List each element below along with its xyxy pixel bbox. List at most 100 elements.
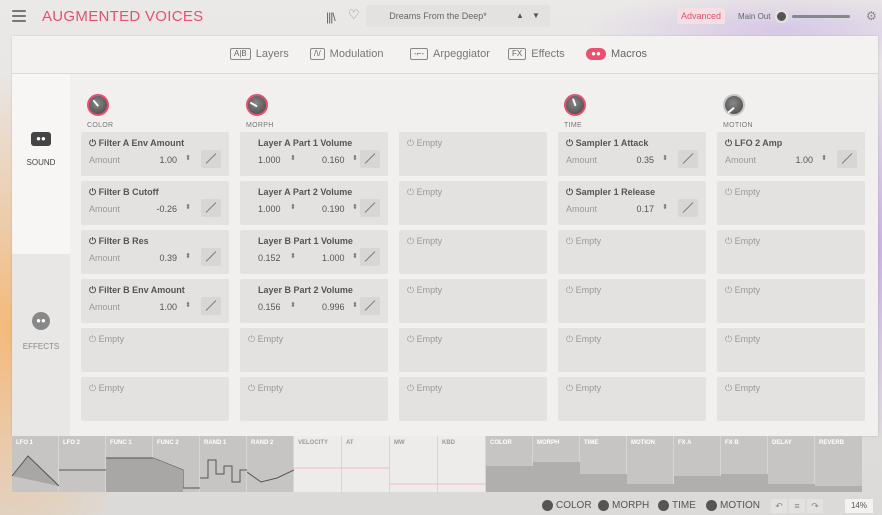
mod-source-velocity[interactable]: VELOCITY: [294, 436, 342, 492]
mod-source-rand1[interactable]: RAND 1: [200, 436, 247, 492]
menu-icon[interactable]: [12, 10, 26, 22]
amount-value[interactable]: -0.26: [156, 204, 177, 214]
tab-macros[interactable]: ●● Macros: [586, 48, 647, 60]
bottom-macro-morph[interactable]: MORPH: [598, 500, 649, 511]
sidebar-item-effects[interactable]: ●● EFFECTS: [12, 254, 70, 436]
motion-macro-knob[interactable]: [723, 94, 745, 116]
macro-slot[interactable]: Layer B Part 2 Volume 0.156 ⬍ 0.996 ⬍: [240, 279, 388, 323]
amount-stepper-icon[interactable]: ⬍: [662, 154, 668, 162]
mod-source-color[interactable]: COLOR: [486, 436, 533, 492]
mod-source-fx-b[interactable]: FX B: [721, 436, 768, 492]
macro-slot-empty[interactable]: ⏻ Empty: [81, 377, 229, 421]
range-min-value[interactable]: 0.152: [258, 253, 281, 263]
macro-slot-empty[interactable]: ⏻ Empty: [558, 377, 706, 421]
range-max-stepper-icon[interactable]: ⬍: [352, 203, 358, 211]
amount-stepper-icon[interactable]: ⬍: [662, 203, 668, 211]
range-max-value[interactable]: 0.160: [322, 155, 345, 165]
macro-slot[interactable]: ⏻ Filter B Res Amount 0.39 ⬍: [81, 230, 229, 274]
range-min-stepper-icon[interactable]: ⬍: [290, 154, 296, 162]
tab-arpeggiator[interactable]: -⌐- Arpeggiator: [410, 48, 490, 60]
amount-value[interactable]: 1.00: [159, 155, 177, 165]
curve-edit-button[interactable]: [201, 150, 221, 168]
range-min-value[interactable]: 1.000: [258, 204, 281, 214]
macro-slot-empty[interactable]: ⏻ Empty: [81, 328, 229, 372]
range-max-value[interactable]: 1.000: [322, 253, 345, 263]
redo-icon[interactable]: ↷: [807, 499, 823, 513]
amount-stepper-icon[interactable]: ⬍: [185, 203, 191, 211]
curve-edit-button[interactable]: [678, 199, 698, 217]
curve-edit-button[interactable]: [360, 150, 380, 168]
time-macro-knob[interactable]: [564, 94, 586, 116]
mod-source-time[interactable]: TIME: [580, 436, 627, 492]
mod-source-lfo2[interactable]: LFO 2: [59, 436, 106, 492]
heart-icon[interactable]: ♡: [348, 7, 360, 23]
morph-mini-knob[interactable]: [598, 500, 609, 511]
sidebar-item-sound[interactable]: ●● SOUND: [12, 74, 70, 254]
macro-slot-empty[interactable]: ⏻ Empty: [717, 230, 865, 274]
amount-value[interactable]: 1.00: [159, 302, 177, 312]
curve-edit-button[interactable]: [201, 199, 221, 217]
curve-edit-button[interactable]: [360, 199, 380, 217]
macro-slot-empty[interactable]: ⏻ Empty: [717, 328, 865, 372]
range-max-stepper-icon[interactable]: ⬍: [352, 154, 358, 162]
amount-stepper-icon[interactable]: ⬍: [185, 252, 191, 260]
range-min-value[interactable]: 1.000: [258, 155, 281, 165]
macro-slot[interactable]: Layer B Part 1 Volume 0.152 ⬍ 1.000 ⬍: [240, 230, 388, 274]
curve-edit-button[interactable]: [360, 297, 380, 315]
bottom-macro-motion[interactable]: MOTION: [706, 500, 760, 511]
curve-edit-button[interactable]: [360, 248, 380, 266]
mod-source-morph[interactable]: MORPH: [533, 436, 580, 492]
macro-slot-empty[interactable]: ⏻ Empty: [558, 279, 706, 323]
mod-source-func2[interactable]: FUNC 2: [153, 436, 200, 492]
color-mini-knob[interactable]: [542, 500, 553, 511]
range-max-stepper-icon[interactable]: ⬍: [352, 252, 358, 260]
mod-source-modwheel[interactable]: MW: [390, 436, 438, 492]
next-preset-button[interactable]: ▼: [532, 11, 540, 20]
macro-slot-empty[interactable]: ⏻ Empty: [399, 328, 547, 372]
macro-slot-empty[interactable]: ⏻ Empty: [240, 377, 388, 421]
zoom-level[interactable]: 14%: [845, 499, 873, 513]
mod-source-fx-a[interactable]: FX A: [674, 436, 721, 492]
tab-modulation[interactable]: /\/ Modulation: [310, 48, 384, 60]
macro-slot-empty[interactable]: ⏻ Empty: [717, 377, 865, 421]
mod-source-lfo1[interactable]: LFO 1: [12, 436, 59, 492]
settings-icon[interactable]: ⚙: [866, 9, 877, 23]
curve-edit-button[interactable]: [837, 150, 857, 168]
macro-slot-empty[interactable]: ⏻ Empty: [240, 328, 388, 372]
mod-source-keyboard[interactable]: KBD: [438, 436, 486, 492]
amount-stepper-icon[interactable]: ⬍: [185, 154, 191, 162]
color-macro-knob[interactable]: [87, 94, 109, 116]
macro-slot[interactable]: ⏻ Filter B Env Amount Amount 1.00 ⬍: [81, 279, 229, 323]
main-out-knob[interactable]: [775, 10, 788, 23]
macro-slot-empty[interactable]: ⏻ Empty: [399, 230, 547, 274]
amount-stepper-icon[interactable]: ⬍: [821, 154, 827, 162]
library-icon[interactable]: |||\: [326, 10, 336, 24]
time-mini-knob[interactable]: [658, 500, 669, 511]
bottom-macro-color[interactable]: COLOR: [542, 500, 592, 511]
history-icon[interactable]: ≡: [789, 499, 805, 513]
amount-value[interactable]: 0.39: [159, 253, 177, 263]
macro-slot[interactable]: Layer A Part 2 Volume 1.000 ⬍ 0.190 ⬍: [240, 181, 388, 225]
range-min-stepper-icon[interactable]: ⬍: [290, 301, 296, 309]
macro-slot[interactable]: ⏻ Sampler 1 Attack Amount 0.35 ⬍: [558, 132, 706, 176]
mod-source-motion[interactable]: MOTION: [627, 436, 674, 492]
main-out-slider[interactable]: [792, 15, 850, 18]
range-min-value[interactable]: 0.156: [258, 302, 281, 312]
mod-source-delay[interactable]: DELAY: [768, 436, 815, 492]
range-max-stepper-icon[interactable]: ⬍: [352, 301, 358, 309]
macro-slot[interactable]: Layer A Part 1 Volume 1.000 ⬍ 0.160 ⬍: [240, 132, 388, 176]
curve-edit-button[interactable]: [678, 150, 698, 168]
range-min-stepper-icon[interactable]: ⬍: [290, 252, 296, 260]
bottom-macro-time[interactable]: TIME: [658, 500, 696, 511]
undo-icon[interactable]: ↶: [771, 499, 787, 513]
macro-slot-empty[interactable]: ⏻ Empty: [717, 279, 865, 323]
amount-value[interactable]: 1.00: [795, 155, 813, 165]
curve-edit-button[interactable]: [201, 248, 221, 266]
macro-slot[interactable]: ⏻ Sampler 1 Release Amount 0.17 ⬍: [558, 181, 706, 225]
macro-slot-empty[interactable]: ⏻ Empty: [399, 279, 547, 323]
range-max-value[interactable]: 0.996: [322, 302, 345, 312]
mod-source-reverb[interactable]: REVERB: [815, 436, 862, 492]
curve-edit-button[interactable]: [201, 297, 221, 315]
motion-mini-knob[interactable]: [706, 500, 717, 511]
macro-slot-empty[interactable]: ⏻ Empty: [399, 132, 547, 176]
